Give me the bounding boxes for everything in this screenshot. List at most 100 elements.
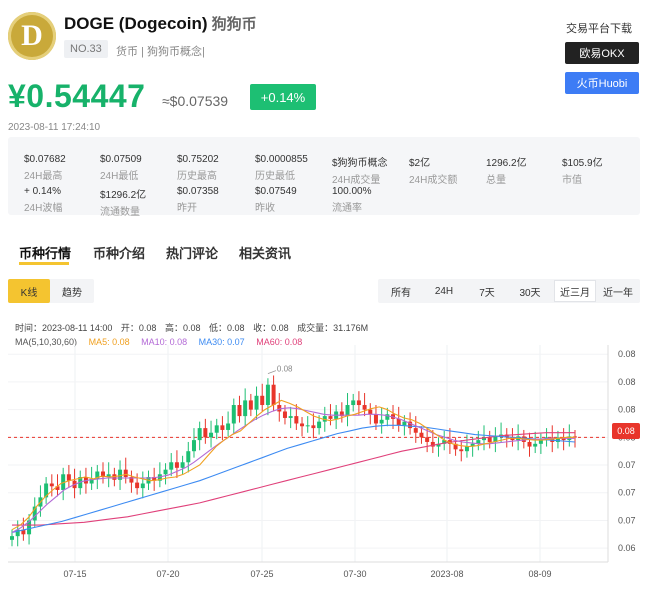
candle-body — [265, 384, 270, 406]
candle-body — [271, 384, 276, 406]
stats-panel: $0.07682 24H最高 $0.07509 24H最低 $0.75202 历史最高… — [8, 137, 640, 218]
price-usd: ≈$0.07539 — [162, 93, 229, 109]
range-30d[interactable]: 30天 — [511, 279, 549, 303]
stat-24h-high: $0.07682 24H最高 — [24, 154, 66, 182]
ohlc-close: 收：0.08 — [253, 323, 289, 333]
candle-body — [226, 423, 231, 430]
candle-body — [305, 425, 310, 427]
okx-download-button[interactable]: 欧易OKX — [565, 42, 639, 64]
x-tick-label: 07-25 — [250, 569, 273, 579]
candle-body — [294, 416, 299, 424]
stat-24h-range: + 0.14% 24H波幅 — [24, 186, 62, 214]
stat-value: + 0.14% — [24, 186, 61, 197]
trend-button[interactable]: 趋势 — [50, 279, 94, 303]
candle-body — [300, 423, 305, 427]
stat-label: 流通率 — [332, 203, 362, 214]
candle-body — [288, 416, 293, 418]
candle-body — [419, 432, 424, 438]
x-tick-label: 2023-08 — [430, 569, 463, 579]
candle-body — [140, 483, 145, 489]
candle-body — [487, 437, 492, 442]
x-tick-label: 08-09 — [528, 569, 551, 579]
range-all[interactable]: 所有 — [382, 279, 420, 303]
candle-body — [362, 405, 367, 410]
tab-market[interactable]: 币种行情 — [19, 243, 71, 262]
y-tick-label: 0.06 — [618, 543, 636, 553]
stat-value: $0.75202 — [177, 154, 219, 165]
candle-body — [317, 421, 322, 429]
candle-body — [396, 418, 401, 426]
candle-body — [356, 400, 361, 406]
tab-news[interactable]: 相关资讯 — [239, 243, 291, 262]
candle-body — [203, 428, 208, 438]
coin-cn-name: 狗狗币 — [211, 16, 257, 33]
range-7d[interactable]: 7天 — [468, 279, 506, 303]
stat-label: 历史最高 — [177, 171, 217, 182]
candle-body — [413, 428, 418, 433]
candle-body — [237, 405, 242, 417]
stat-label: 24H成交量 — [332, 175, 381, 186]
candle-body — [243, 400, 248, 417]
high-marker-line — [267, 370, 277, 375]
candle-body — [533, 443, 538, 447]
stat-label: 24H波幅 — [24, 203, 63, 214]
stat-label: 24H成交额 — [409, 175, 458, 186]
stat-all-time-low: $0.0000855 历史最低 — [255, 154, 308, 182]
stat-value: 1296.2亿 — [486, 158, 527, 169]
candle-body — [459, 449, 464, 452]
huobi-download-button[interactable]: 火币Huobi — [565, 72, 639, 94]
candle-body — [345, 405, 350, 417]
candle-body — [197, 428, 202, 441]
candle-body — [180, 462, 185, 468]
current-price-tag: 0.08 — [612, 423, 640, 439]
ma-lines — [11, 399, 576, 534]
change-badge: +0.14% — [250, 84, 316, 110]
stat-value: $0.07358 — [177, 186, 219, 197]
candle-body — [311, 425, 316, 429]
candle-body — [328, 416, 333, 419]
stat-market-cap: $105.9亿 市值 — [562, 154, 603, 186]
candle-body — [174, 462, 179, 468]
stat-value: $0.07549 — [255, 186, 297, 197]
stat-label: 24H最低 — [100, 171, 139, 182]
ohlc-low: 低：0.08 — [209, 323, 245, 333]
range-1y[interactable]: 近一年 — [598, 279, 638, 303]
range-24h[interactable]: 24H — [425, 279, 463, 303]
candle-body — [169, 462, 174, 470]
candle-body — [373, 414, 378, 424]
tab-intro[interactable]: 币种介绍 — [93, 243, 145, 262]
stat-label: 市值 — [562, 175, 582, 186]
ma10-line — [11, 407, 575, 533]
coin-name: DOGE (Dogecoin) — [64, 14, 208, 33]
y-axis: 0.080.080.080.080.070.070.070.06 — [607, 345, 636, 562]
stat-value: $2亿 — [409, 158, 431, 169]
candle-body — [368, 409, 373, 415]
candle-body — [464, 446, 469, 452]
candle-body — [49, 483, 54, 487]
candle-body — [66, 474, 71, 481]
candle-body — [209, 432, 214, 438]
kline-button[interactable]: K线 — [8, 279, 50, 303]
candle-body — [351, 400, 356, 406]
stat-all-time-high: $0.75202 历史最高 — [177, 154, 219, 182]
stat-label: 流通数量 — [100, 207, 140, 218]
candle-body — [248, 400, 253, 410]
tab-comments[interactable]: 热门评论 — [166, 243, 218, 262]
stat-value: 100.00% — [332, 186, 372, 197]
ohlc-volume: 成交量：31.176M — [297, 323, 369, 333]
x-tick-label: 07-15 — [63, 569, 86, 579]
ohlc-info: 时间：2023-08-11 14:00 开：0.08 高：0.08 低：0.08… — [15, 321, 368, 334]
coin-tags: 货币 | 狗狗币概念| — [116, 46, 205, 58]
candle-body — [214, 425, 219, 433]
price-chart[interactable]: 0.08 0.08 0.08 0.08 0.08 0.07 0.07 0.07 0.06 07… — [0, 340, 650, 590]
x-axis: 07-15 07-20 07-25 07-30 2023-08 08-09 — [8, 561, 608, 579]
x-tick-label: 07-20 — [156, 569, 179, 579]
range-3m[interactable]: 近三月 — [554, 280, 596, 302]
stat-24h-low: $0.07509 24H最低 — [100, 154, 142, 182]
candle-body — [163, 469, 168, 475]
stat-label: 昨开 — [177, 203, 197, 214]
y-tick-label: 0.07 — [618, 488, 636, 498]
candle-body — [10, 536, 14, 540]
rank-badge: NO.33 — [64, 40, 108, 58]
ohlc-high: 高：0.08 — [164, 323, 201, 333]
